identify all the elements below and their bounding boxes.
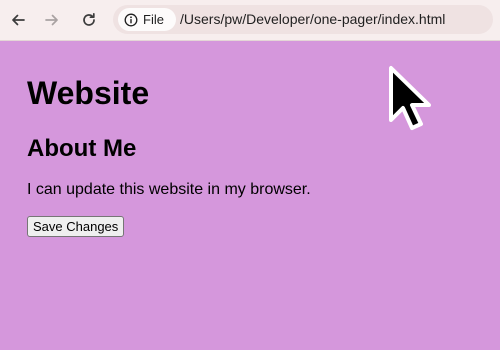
forward-button[interactable] [38,6,66,34]
body-text: I can update this website in my browser. [27,181,311,198]
save-changes-button[interactable]: Save Changes [27,216,125,237]
info-icon [124,13,138,26]
address-bar[interactable]: File /Users/pw/Developer/one-pager/index… [113,5,493,34]
reload-icon [83,12,95,26]
arrow-right-icon [45,14,58,26]
browser-toolbar: File /Users/pw/Developer/one-pager/index… [0,0,500,41]
section-heading: About Me [27,135,137,162]
url-text[interactable]: /Users/pw/Developer/one-pager/index.html [180,11,445,27]
mouse-pointer-icon [389,66,431,130]
file-chip-label: File [143,12,164,27]
arrow-left-icon [12,14,25,26]
page-title: Website [27,75,150,111]
back-button[interactable] [4,6,32,34]
reload-button[interactable] [75,6,103,34]
site-info-chip[interactable]: File [118,8,176,31]
